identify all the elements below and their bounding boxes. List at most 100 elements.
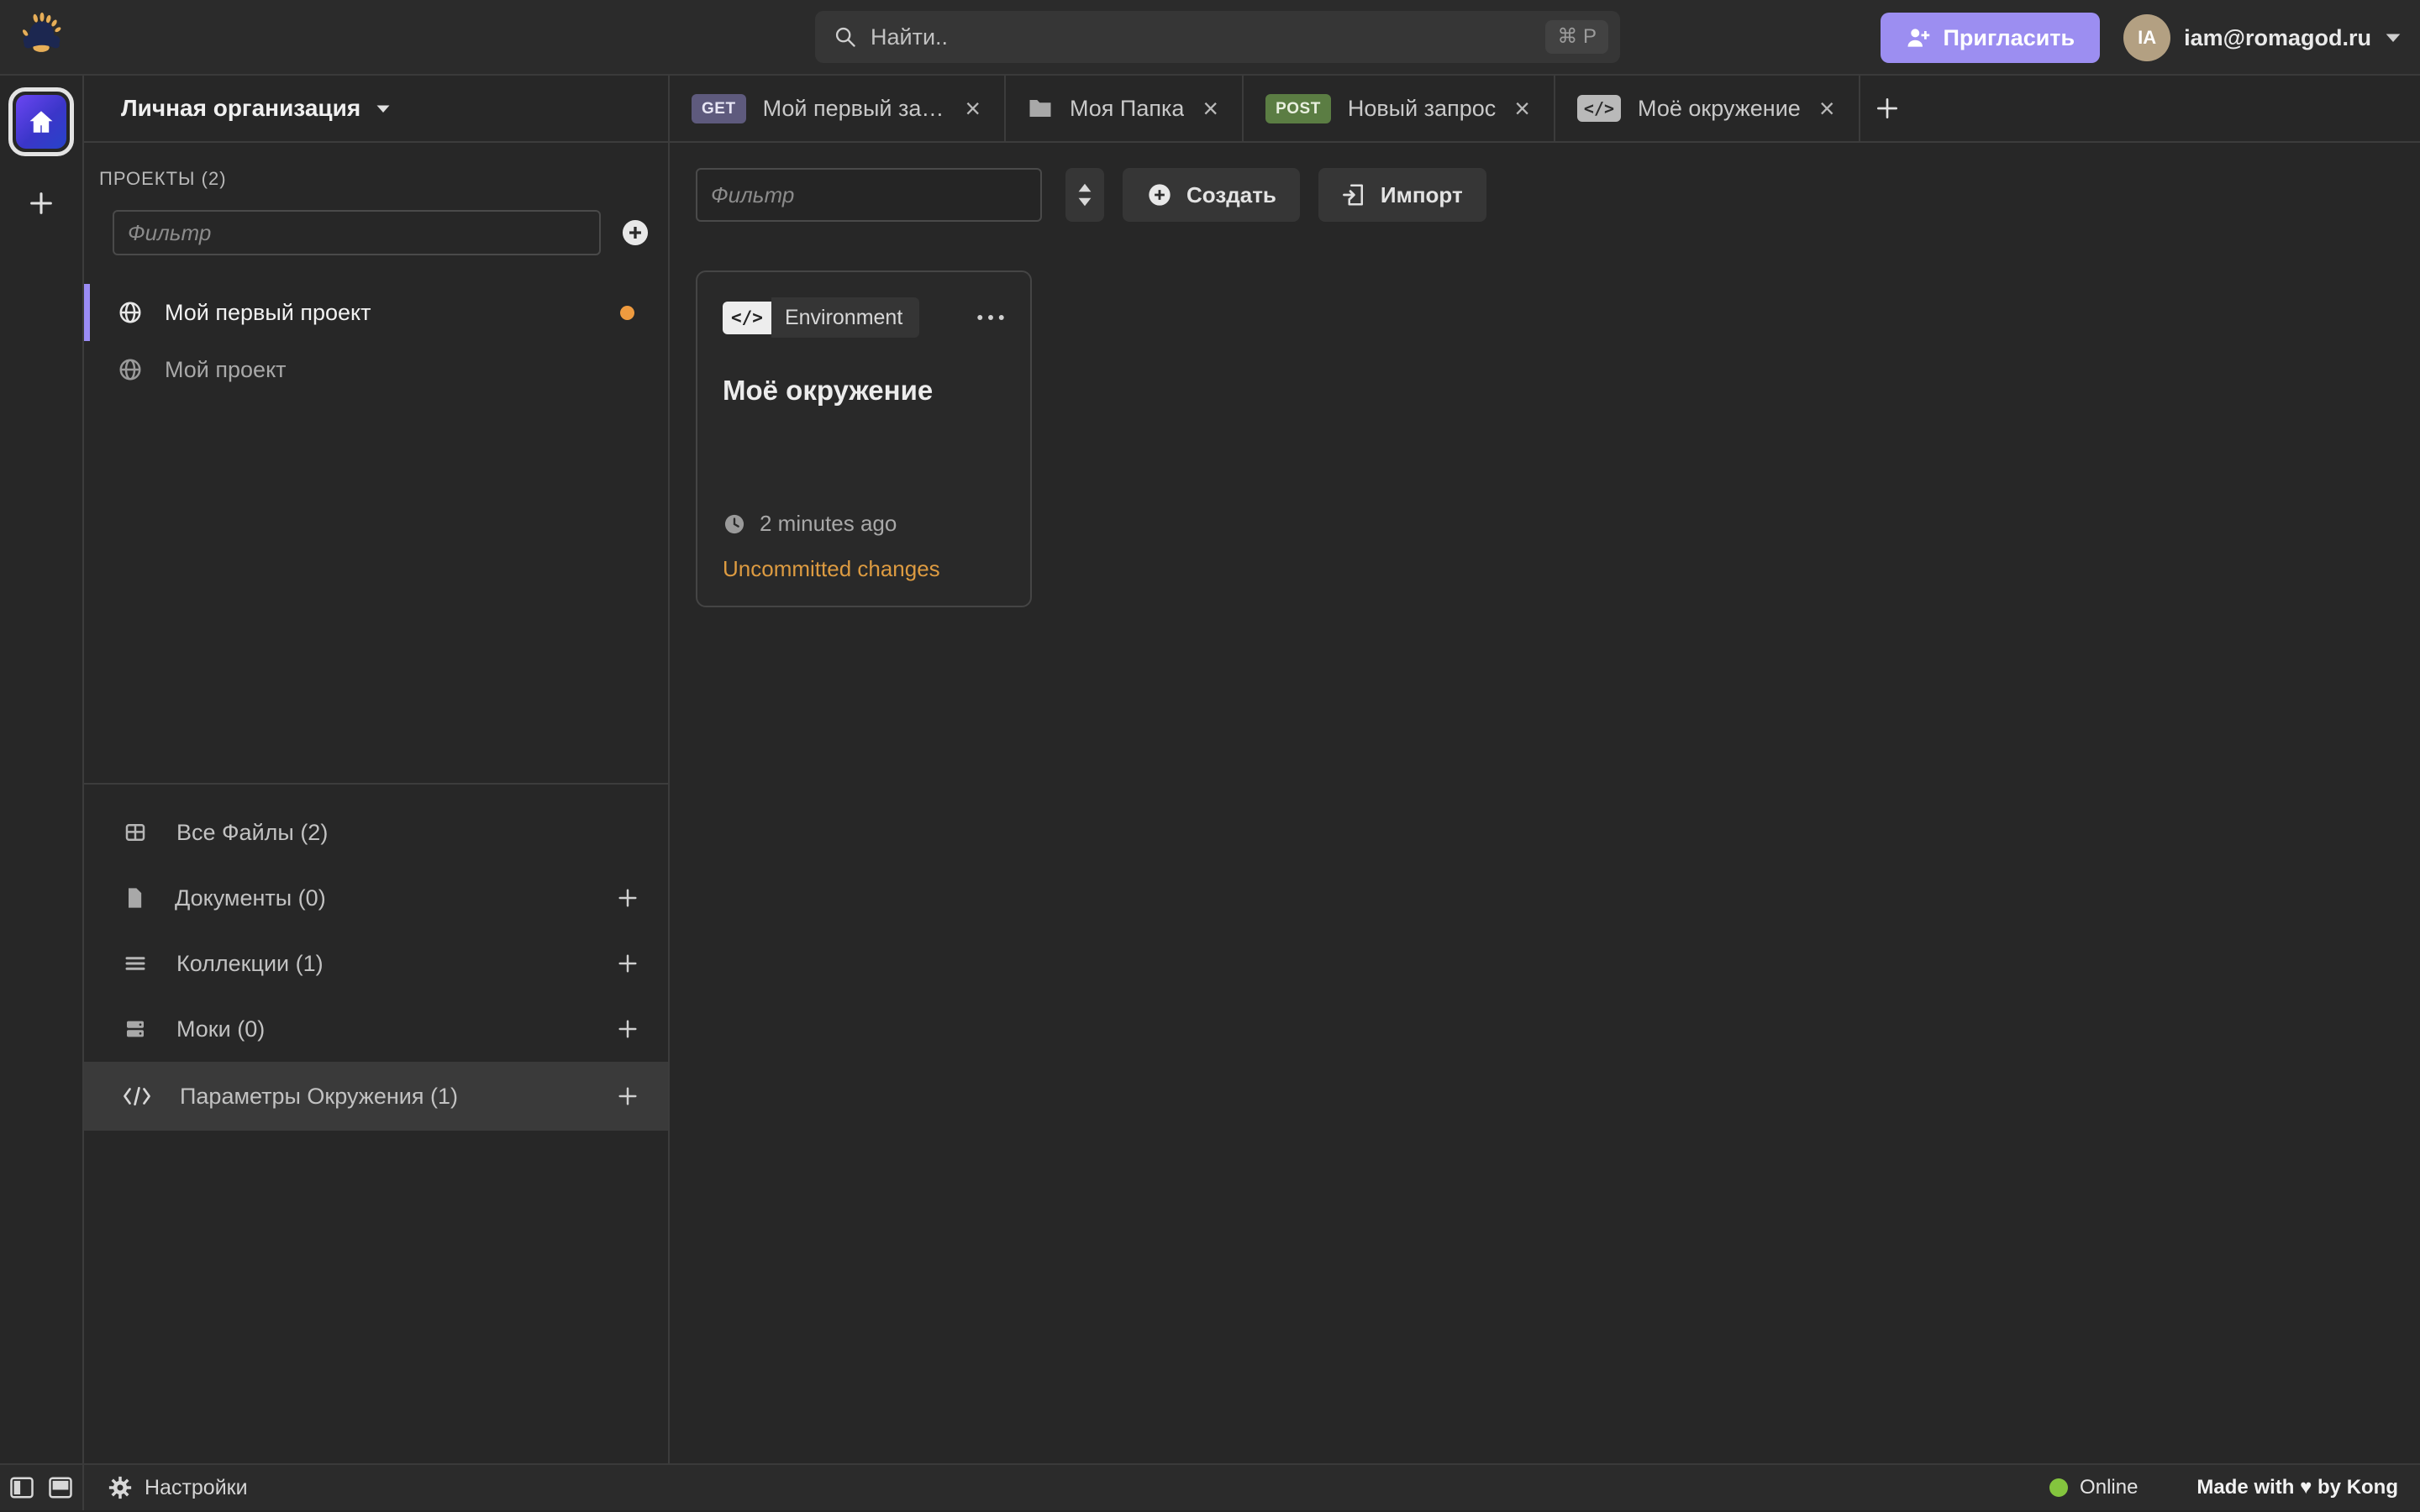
add-document-button[interactable] xyxy=(616,886,639,910)
projects-section-label: ПРОЕКТЫ (2) xyxy=(84,143,668,210)
card-status-uncommitted: Uncommitted changes xyxy=(723,556,940,582)
account-menu[interactable]: IA iam@romagod.ru xyxy=(2123,14,2402,61)
gear-icon xyxy=(108,1475,133,1500)
settings-button[interactable]: Настройки xyxy=(108,1475,248,1500)
panel-bottom-icon xyxy=(48,1476,73,1499)
nav-label: Моки (0) xyxy=(176,1016,265,1042)
add-project-button[interactable] xyxy=(619,217,651,249)
folder-icon xyxy=(1028,97,1053,119)
sort-arrows-icon xyxy=(1076,182,1094,207)
status-bar: Настройки Online Made with ♥ by Kong xyxy=(0,1463,2420,1510)
nav-all-files[interactable]: Все Файлы (2) xyxy=(84,800,668,865)
tab-label: Мой первый зап… xyxy=(763,96,947,122)
code-icon xyxy=(123,1085,151,1107)
plus-icon xyxy=(1874,95,1901,122)
person-plus-icon xyxy=(1906,25,1931,50)
nav-label: Коллекции (1) xyxy=(176,951,324,977)
globe-icon xyxy=(118,300,143,325)
account-email: iam@romagod.ru xyxy=(2184,25,2371,51)
project-item-my-project[interactable]: Мой проект xyxy=(84,341,668,398)
invite-button-label: Пригласить xyxy=(1943,25,2075,51)
new-tab-button[interactable] xyxy=(1860,76,1914,141)
globe-icon xyxy=(118,357,143,382)
online-dot-icon xyxy=(2049,1478,2068,1497)
personal-org-button[interactable] xyxy=(8,87,74,156)
create-button[interactable]: Создать xyxy=(1123,168,1300,222)
tab-label: Новый запрос xyxy=(1348,96,1496,122)
global-search[interactable]: ⌘ P xyxy=(815,11,1620,63)
search-shortcut-badge: ⌘ P xyxy=(1545,20,1608,54)
file-import-icon xyxy=(1342,181,1367,208)
server-icon xyxy=(123,1016,148,1042)
close-tab-button[interactable]: × xyxy=(963,95,982,122)
sort-button[interactable] xyxy=(1065,168,1104,222)
project-name: Мой проект xyxy=(165,357,287,383)
project-filter-input[interactable] xyxy=(113,210,601,255)
toggle-left-panel-button[interactable] xyxy=(9,1476,34,1499)
notification-dot xyxy=(620,306,634,320)
import-button-label: Импорт xyxy=(1381,182,1463,208)
nav-documents[interactable]: Документы (0) xyxy=(84,865,668,931)
tab-label: Моя Папка xyxy=(1070,96,1184,122)
tab-folder[interactable]: Моя Папка × xyxy=(1006,76,1244,141)
tab-bar: GET Мой первый зап… × Моя Папка × POST Н… xyxy=(670,76,2420,143)
tab-request-get[interactable]: GET Мой первый зап… × xyxy=(670,76,1006,141)
add-mock-button[interactable] xyxy=(616,1017,639,1041)
workspace-filter-input[interactable] xyxy=(696,168,1042,222)
toggle-bottom-panel-button[interactable] xyxy=(48,1476,73,1499)
search-input[interactable] xyxy=(871,24,1545,50)
ellipsis-icon xyxy=(976,313,1005,322)
invite-button[interactable]: Пригласить xyxy=(1881,13,2100,63)
search-icon xyxy=(834,25,857,49)
files-navigation: Все Файлы (2) Документы (0) Коллек xyxy=(84,783,668,1131)
settings-label: Настройки xyxy=(145,1476,248,1500)
tab-label: Моё окружение xyxy=(1638,96,1801,122)
card-menu-button[interactable] xyxy=(976,313,1005,322)
top-bar: ⌘ P Пригласить IA iam@romagod.ru xyxy=(0,0,2420,76)
avatar: IA xyxy=(2123,14,2170,61)
tab-request-post[interactable]: POST Новый запрос × xyxy=(1244,76,1555,141)
chevron-down-icon xyxy=(2385,32,2402,44)
nav-mocks[interactable]: Моки (0) xyxy=(84,996,668,1062)
environment-card[interactable]: </> Environment Моё окружение xyxy=(696,270,1032,607)
list-icon xyxy=(123,951,148,976)
close-tab-button[interactable]: × xyxy=(1201,95,1220,122)
grid-icon xyxy=(123,820,148,845)
online-status[interactable]: Online xyxy=(2049,1476,2138,1499)
panel-left-icon xyxy=(9,1476,34,1499)
clock-icon xyxy=(723,512,746,536)
card-type-label: Environment xyxy=(771,297,919,338)
code-badge: </> xyxy=(1577,95,1621,122)
organization-rail xyxy=(0,76,84,1463)
main-panel: GET Мой первый зап… × Моя Папка × POST Н… xyxy=(670,76,2420,1463)
project-name: Мой первый проект xyxy=(165,300,371,326)
plus-icon xyxy=(616,886,639,910)
org-switcher[interactable]: Личная организация xyxy=(84,76,668,143)
method-badge-post: POST xyxy=(1265,94,1331,123)
nav-environments[interactable]: Параметры Окружения (1) xyxy=(84,1062,668,1131)
environment-code-icon: </> xyxy=(723,302,771,334)
card-title: Моё окружение xyxy=(723,375,1005,407)
home-icon xyxy=(27,108,55,136)
import-button[interactable]: Импорт xyxy=(1318,168,1486,222)
workspace-content: Создать Импорт </> Environment xyxy=(670,143,2420,607)
plus-icon xyxy=(616,952,639,975)
card-updated-time: 2 minutes ago xyxy=(760,511,897,537)
nav-label: Параметры Окружения (1) xyxy=(180,1084,458,1110)
project-item-my-first-project[interactable]: Мой первый проект xyxy=(84,284,668,341)
app-logo xyxy=(0,11,84,63)
project-sidebar: Личная организация ПРОЕКТЫ (2) Мой первы… xyxy=(84,76,670,1463)
add-collection-button[interactable] xyxy=(616,952,639,975)
online-label: Online xyxy=(2080,1476,2138,1499)
nav-label: Документы (0) xyxy=(175,885,326,911)
plus-icon xyxy=(616,1084,639,1108)
tab-environment[interactable]: </> Моё окружение × xyxy=(1555,76,1860,141)
add-environment-button[interactable] xyxy=(616,1084,639,1108)
plus-icon xyxy=(616,1017,639,1041)
nav-collections[interactable]: Коллекции (1) xyxy=(84,931,668,996)
workspace-toolbar: Создать Импорт xyxy=(696,168,2420,222)
plus-icon xyxy=(27,189,55,218)
add-organization-button[interactable] xyxy=(23,185,60,222)
close-tab-button[interactable]: × xyxy=(1512,95,1532,122)
close-tab-button[interactable]: × xyxy=(1818,95,1837,122)
